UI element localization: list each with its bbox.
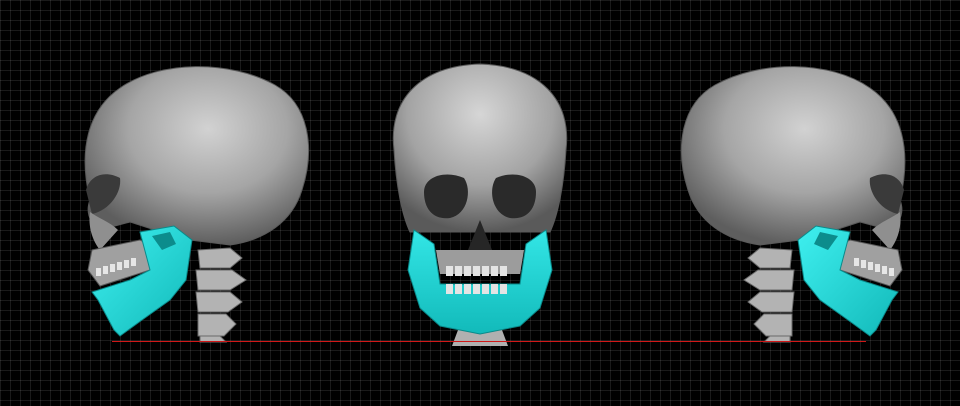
3d-viewport[interactable] [0,0,960,406]
cranium [680,66,906,246]
skull-view-left-lateral[interactable] [70,0,330,350]
skull-view-right-lateral[interactable] [660,0,920,350]
cranium [392,63,568,233]
skull-view-frontal[interactable] [380,0,580,350]
reference-line [112,341,866,342]
cervical-spine [195,247,247,343]
skull-left-lateral-render [84,66,310,343]
upper-teeth [446,266,507,276]
cranium [84,66,310,246]
lower-teeth [446,284,507,294]
cervical-spine [743,247,795,343]
skull-right-lateral-render [680,66,906,343]
skull-frontal-render [392,63,568,346]
